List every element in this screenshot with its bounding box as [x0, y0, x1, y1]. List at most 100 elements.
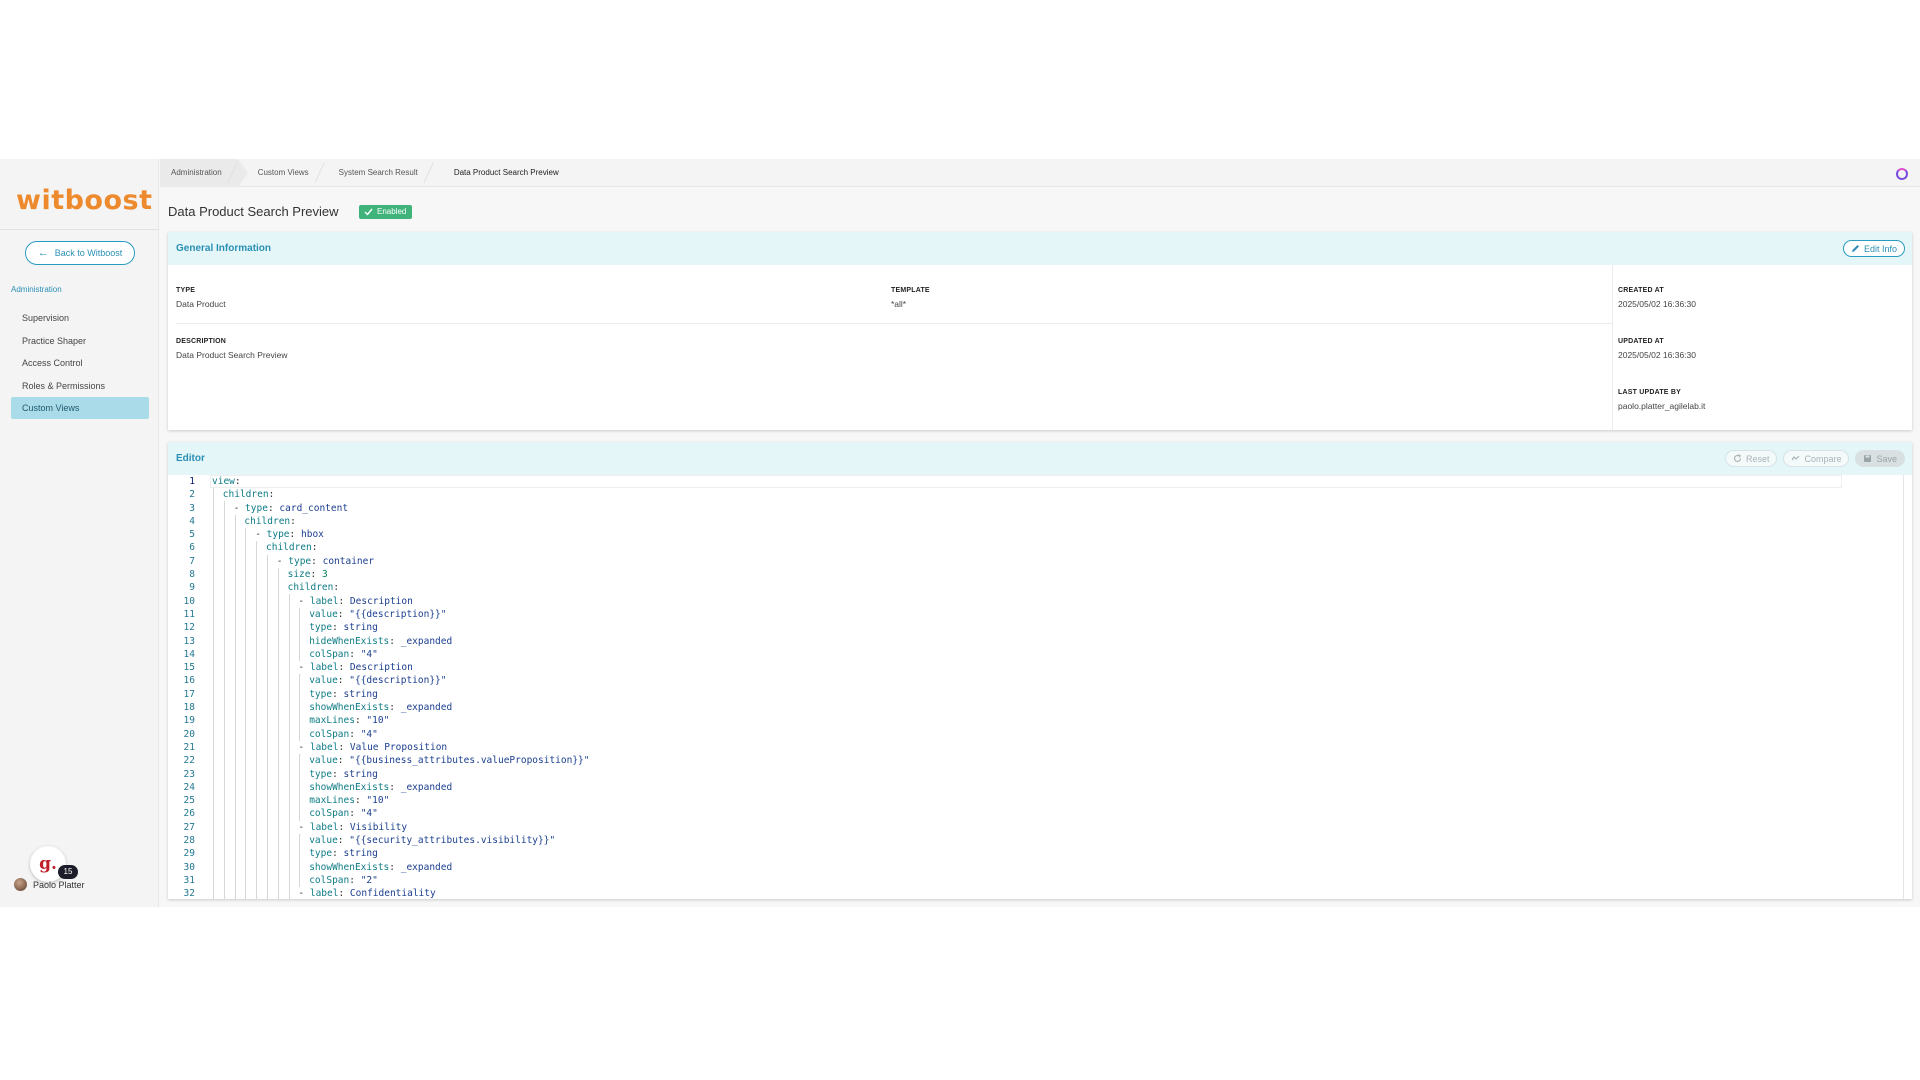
back-to-witboost-button[interactable]: ← Back to Witboost	[25, 241, 135, 265]
sidebar-section-administration[interactable]: Administration	[11, 285, 62, 294]
description-label: DESCRIPTION	[176, 338, 227, 345]
compare-button[interactable]: Compare	[1783, 450, 1850, 467]
editor-toolbar: Reset Compare Save	[1724, 450, 1905, 467]
code-line[interactable]: 5 - type: hbox	[168, 528, 1912, 541]
divider	[176, 323, 1612, 324]
line-number: 28	[183, 835, 195, 847]
code-line[interactable]: 10 - label: Description	[168, 595, 1912, 608]
user-name: Paolo Platter	[33, 879, 85, 890]
editor-scrollbar[interactable]	[1903, 475, 1904, 899]
edit-info-button[interactable]: Edit Info	[1842, 240, 1905, 257]
code-line[interactable]: 9 children:	[168, 581, 1912, 594]
line-number: 17	[183, 688, 195, 700]
line-number: 13	[183, 635, 195, 647]
breadcrumb-current-page: Data Product Search Preview	[434, 159, 575, 187]
pencil-icon	[1851, 245, 1859, 252]
code-line[interactable]: 4 children:	[168, 515, 1912, 528]
user-profile[interactable]: Paolo Platter	[14, 878, 85, 891]
code-text: - type: container	[276, 555, 375, 567]
sidebar-item-supervision[interactable]: Supervision	[11, 307, 149, 329]
type-label: TYPE	[176, 287, 196, 294]
code-line[interactable]: 13 hideWhenExists: _expanded	[168, 635, 1912, 648]
code-line[interactable]: 23 type: string	[168, 768, 1912, 781]
sidebar-nav: Supervision Practice Shaper Access Contr…	[11, 307, 149, 420]
save-button[interactable]: Save	[1855, 450, 1905, 467]
line-number: 6	[189, 542, 195, 554]
line-number: 8	[189, 569, 195, 581]
line-number: 25	[183, 795, 195, 807]
notification-count-badge: 15	[58, 865, 78, 879]
code-line[interactable]: 31 colSpan: "2"	[168, 874, 1912, 887]
line-number: 30	[183, 861, 195, 873]
code-line[interactable]: 14 colSpan: "4"	[168, 648, 1912, 661]
refresh-icon	[1733, 454, 1742, 463]
created-at-label: CREATED AT	[1618, 287, 1664, 294]
line-number: 4	[189, 515, 195, 527]
sidebar-item-roles-permissions[interactable]: Roles & Permissions	[11, 375, 149, 397]
code-text: - label: Confidentiality	[298, 888, 436, 899]
line-number: 20	[183, 728, 195, 740]
status-label: Enabled	[377, 207, 407, 216]
general-information-title: General Information	[176, 243, 272, 254]
editor-title: Editor	[176, 453, 205, 464]
updated-at-value: 2025/05/02 16:36:30	[1618, 350, 1696, 360]
code-line[interactable]: 29 type: string	[168, 847, 1912, 860]
code-line[interactable]: 27 - label: Visibility	[168, 821, 1912, 834]
code-line[interactable]: 26 colSpan: "4"	[168, 807, 1912, 820]
sidebar-item-custom-views[interactable]: Custom Views	[11, 397, 149, 419]
witboost-logo[interactable]: witboost	[16, 185, 153, 216]
code-line[interactable]: 30 showWhenExists: _expanded	[168, 861, 1912, 874]
line-number: 15	[183, 662, 195, 674]
reset-label: Reset	[1745, 453, 1770, 464]
code-line[interactable]: 19 maxLines: "10"	[168, 714, 1912, 727]
code-editor[interactable]: 1 view: 2 children: 3 - type: card_content 4 ch…	[168, 475, 1912, 899]
code-text: colSpan: "2"	[309, 874, 378, 886]
line-number: 11	[183, 608, 195, 620]
code-line[interactable]: 21 - label: Value Proposition	[168, 741, 1912, 754]
code-line[interactable]: 15 - label: Description	[168, 661, 1912, 674]
code-text: - label: Description	[298, 595, 413, 607]
breadcrumb-custom-views[interactable]: Custom Views	[238, 159, 325, 187]
type-value: Data Product	[176, 299, 226, 309]
code-line[interactable]: 22 value: "{{business_attributes.valuePro…	[168, 754, 1912, 767]
code-line[interactable]: 32 - label: Confidentiality	[168, 887, 1912, 899]
code-line[interactable]: 11 value: "{{description}}"	[168, 608, 1912, 621]
line-number: 21	[183, 741, 195, 753]
code-line[interactable]: 2 children:	[168, 488, 1912, 501]
code-text: type: string	[309, 848, 378, 860]
code-line[interactable]: 7 - type: container	[168, 555, 1912, 568]
code-line[interactable]: 3 - type: card_content	[168, 502, 1912, 515]
code-line[interactable]: 6 children:	[168, 541, 1912, 554]
general-information-card: General Information Edit Info TYPE Data …	[168, 232, 1912, 430]
code-text: showWhenExists: _expanded	[309, 702, 453, 714]
reset-button[interactable]: Reset	[1724, 450, 1778, 467]
line-number: 19	[183, 715, 195, 727]
sidebar-item-practice-shaper[interactable]: Practice Shaper	[11, 330, 149, 352]
compare-icon	[1791, 455, 1800, 461]
code-line[interactable]: 8 size: 3	[168, 568, 1912, 581]
code-line[interactable]: 12 type: string	[168, 621, 1912, 634]
code-line[interactable]: 17 type: string	[168, 688, 1912, 701]
code-text: type: string	[309, 622, 378, 634]
code-line[interactable]: 18 showWhenExists: _expanded	[168, 701, 1912, 714]
editor-card: Editor Reset Compare Save 1 view: 2 childre…	[168, 442, 1912, 899]
line-number: 7	[189, 555, 195, 567]
code-line[interactable]: 20 colSpan: "4"	[168, 728, 1912, 741]
template-value: *all*	[891, 299, 907, 309]
save-icon	[1864, 455, 1872, 462]
code-line[interactable]: 24 showWhenExists: _expanded	[168, 781, 1912, 794]
code-text: colSpan: "4"	[309, 648, 378, 660]
breadcrumb-system-search-result[interactable]: System Search Result	[325, 159, 434, 187]
sidebar-item-access-control[interactable]: Access Control	[11, 352, 149, 374]
line-number: 18	[183, 702, 195, 714]
code-text: showWhenExists: _expanded	[309, 861, 453, 873]
code-line[interactable]: 25 maxLines: "10"	[168, 794, 1912, 807]
line-number: 26	[183, 808, 195, 820]
line-number: 29	[183, 848, 195, 860]
code-text: value: "{{business_attributes.valuePropo…	[309, 755, 590, 767]
code-line[interactable]: 28 value: "{{security_attributes.visibili…	[168, 834, 1912, 847]
code-line[interactable]: 16 value: "{{description}}"	[168, 674, 1912, 687]
code-text: showWhenExists: _expanded	[309, 781, 453, 793]
check-icon	[364, 208, 373, 216]
code-line[interactable]: 1 view:	[168, 475, 1912, 488]
